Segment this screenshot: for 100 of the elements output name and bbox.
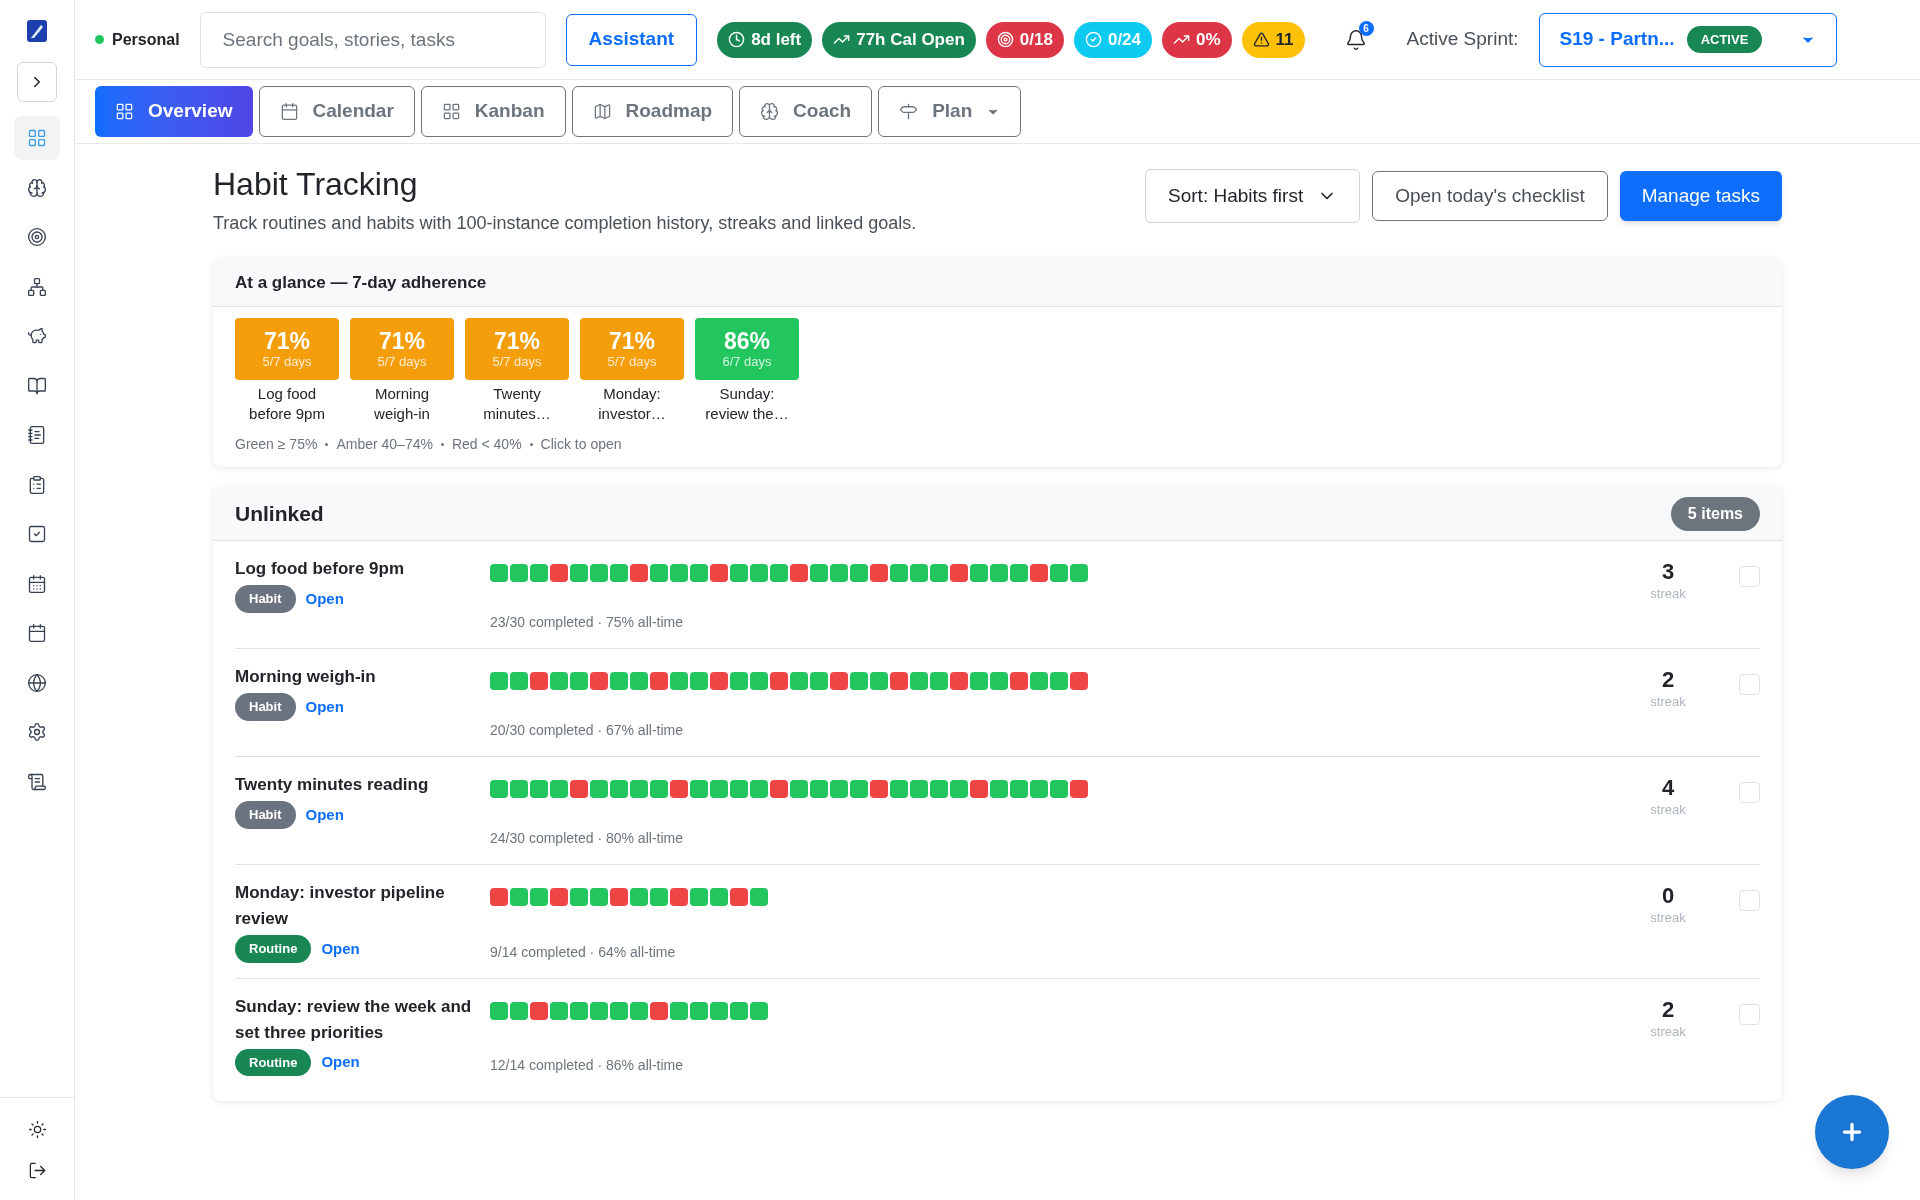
signpost-icon	[899, 102, 919, 121]
habit-title: Morning weigh-in	[235, 666, 377, 688]
logout-icon[interactable]	[27, 1161, 47, 1180]
page-subtitle: Track routines and habits with 100-instance completion history, streaks and linked goals.	[213, 212, 917, 235]
board-icon	[441, 102, 461, 121]
tile-label: Morning weigh-in	[373, 384, 431, 424]
checkbox-icon	[27, 524, 47, 544]
app-logo-icon[interactable]	[27, 20, 47, 42]
brain-icon	[760, 102, 780, 121]
legend-text: Red < 40%	[451, 435, 522, 454]
nav-tab[interactable]: Overview	[95, 86, 253, 137]
card-title: At a glance — 7-day adherence	[235, 271, 487, 294]
piggy-bank-icon	[27, 326, 47, 346]
legend-text: Amber 40–74%	[336, 435, 433, 454]
target-icon	[996, 31, 1014, 48]
nav-tab[interactable]: Kanban	[420, 86, 566, 137]
hierarchy-icon	[27, 276, 47, 297]
open-link[interactable]: Open	[305, 587, 344, 610]
map-icon	[592, 102, 612, 121]
status-badge[interactable]: 11	[1241, 21, 1305, 58]
settings-icon	[27, 722, 47, 742]
status-badge[interactable]: 8d left	[717, 21, 813, 58]
open-link[interactable]: Open	[305, 803, 344, 826]
nav-tab[interactable]: Plan	[878, 86, 1022, 137]
completion-summary: 12/14 completed · 86% all-time	[490, 1056, 684, 1075]
sprint-select[interactable]: S19 - Partn... ACTIVE	[1538, 12, 1837, 67]
tile-label: Sunday: review the…	[704, 384, 790, 424]
streak-label: streak	[1650, 693, 1686, 711]
status-badge[interactable]: 77h Cal Open	[822, 21, 976, 58]
habit-checkbox[interactable]	[1739, 890, 1760, 911]
open-link[interactable]: Open	[321, 937, 360, 960]
item-count-badge: 5 items	[1670, 496, 1760, 531]
habit-title: Twenty minutes reading	[235, 774, 430, 796]
nav-tab[interactable]: Roadmap	[571, 86, 734, 137]
streak-count: 2	[1661, 997, 1675, 1022]
streak-label: streak	[1650, 909, 1686, 927]
notebook-icon	[27, 425, 47, 445]
calendar-icon	[279, 102, 299, 121]
tile-label: Log food before 9pm	[248, 384, 326, 424]
add-button[interactable]	[1815, 1095, 1889, 1169]
completion-summary: 9/14 completed · 64% all-time	[490, 942, 677, 962]
completion-summary: 24/30 completed · 80% all-time	[490, 829, 684, 848]
sidebar-dashboard-button[interactable]	[14, 116, 60, 160]
completion-summary: 23/30 completed · 75% all-time	[490, 613, 684, 632]
sprint-name: S19 - Partn...	[1559, 27, 1675, 52]
sprint-status-badge: ACTIVE	[1686, 25, 1763, 54]
theme-toggle-icon[interactable]	[27, 1120, 47, 1139]
habit-checkbox[interactable]	[1739, 1003, 1760, 1025]
habit-checkbox[interactable]	[1739, 782, 1760, 803]
checklist-button[interactable]: Open today's checklist	[1372, 171, 1608, 221]
sprint-label: Active Sprint:	[1406, 27, 1519, 52]
completion-summary: 20/30 completed · 67% all-time	[490, 721, 684, 740]
clipboard-icon	[27, 474, 47, 495]
group-title: Unlinked	[235, 500, 324, 527]
legend-text: Green ≥ 75%	[235, 435, 318, 454]
tile-label: Twenty minutes…	[482, 384, 552, 424]
manage-tasks-button[interactable]: Manage tasks	[1619, 171, 1782, 221]
calendar-grid-icon	[27, 573, 47, 594]
nav-tab[interactable]: Coach	[739, 86, 873, 137]
streak-count: 0	[1661, 884, 1675, 908]
adherence-tile[interactable]: 86% 6/7 days	[695, 318, 799, 380]
habit-checkbox[interactable]	[1739, 566, 1760, 587]
streak-count: 4	[1661, 776, 1675, 800]
habit-title: Monday: investor pipeline review	[235, 882, 446, 930]
open-link[interactable]: Open	[321, 1051, 360, 1074]
habit-title: Log food before 9pm	[235, 558, 406, 580]
warning-icon	[1252, 31, 1270, 48]
clock-icon	[728, 31, 746, 48]
book-icon	[27, 375, 47, 396]
streak-count: 2	[1661, 668, 1675, 692]
habit-tag: Habit	[235, 801, 296, 829]
habit-checkbox[interactable]	[1739, 674, 1760, 695]
grid-icon	[115, 102, 134, 121]
search-field[interactable]: Search goals, stories, tasks	[199, 11, 546, 68]
routine-tag: Routine	[235, 1048, 312, 1076]
globe-icon	[27, 672, 47, 693]
target-icon	[27, 227, 47, 247]
calendar-icon	[27, 623, 47, 643]
open-link[interactable]: Open	[305, 695, 344, 718]
status-badge[interactable]: 0/18	[985, 21, 1064, 58]
habit-title: Sunday: review the week and set three priorities	[235, 995, 473, 1044]
scroll-icon	[27, 771, 47, 792]
assistant-button[interactable]: Assistant	[565, 13, 698, 66]
streak-label: streak	[1650, 801, 1686, 819]
workspace-label: Personal	[112, 29, 180, 50]
tile-label: Monday: investor…	[597, 384, 667, 424]
brain-icon	[27, 177, 47, 198]
status-badge[interactable]: 0%	[1162, 21, 1232, 58]
dashboard-icon	[27, 128, 47, 148]
streak-label: streak	[1650, 1022, 1686, 1041]
habit-tag: Habit	[235, 585, 296, 613]
nav-tab[interactable]: Calendar	[258, 86, 415, 137]
notification-count: 6	[1358, 20, 1374, 36]
streak-count: 3	[1661, 560, 1675, 584]
check-circle-icon	[1084, 31, 1102, 48]
legend-text: Click to open	[540, 435, 622, 454]
habit-tag: Habit	[235, 693, 296, 721]
streak-label: streak	[1650, 585, 1686, 603]
sort-dropdown[interactable]: Sort: Habits first	[1145, 169, 1361, 223]
routine-tag: Routine	[235, 935, 312, 963]
